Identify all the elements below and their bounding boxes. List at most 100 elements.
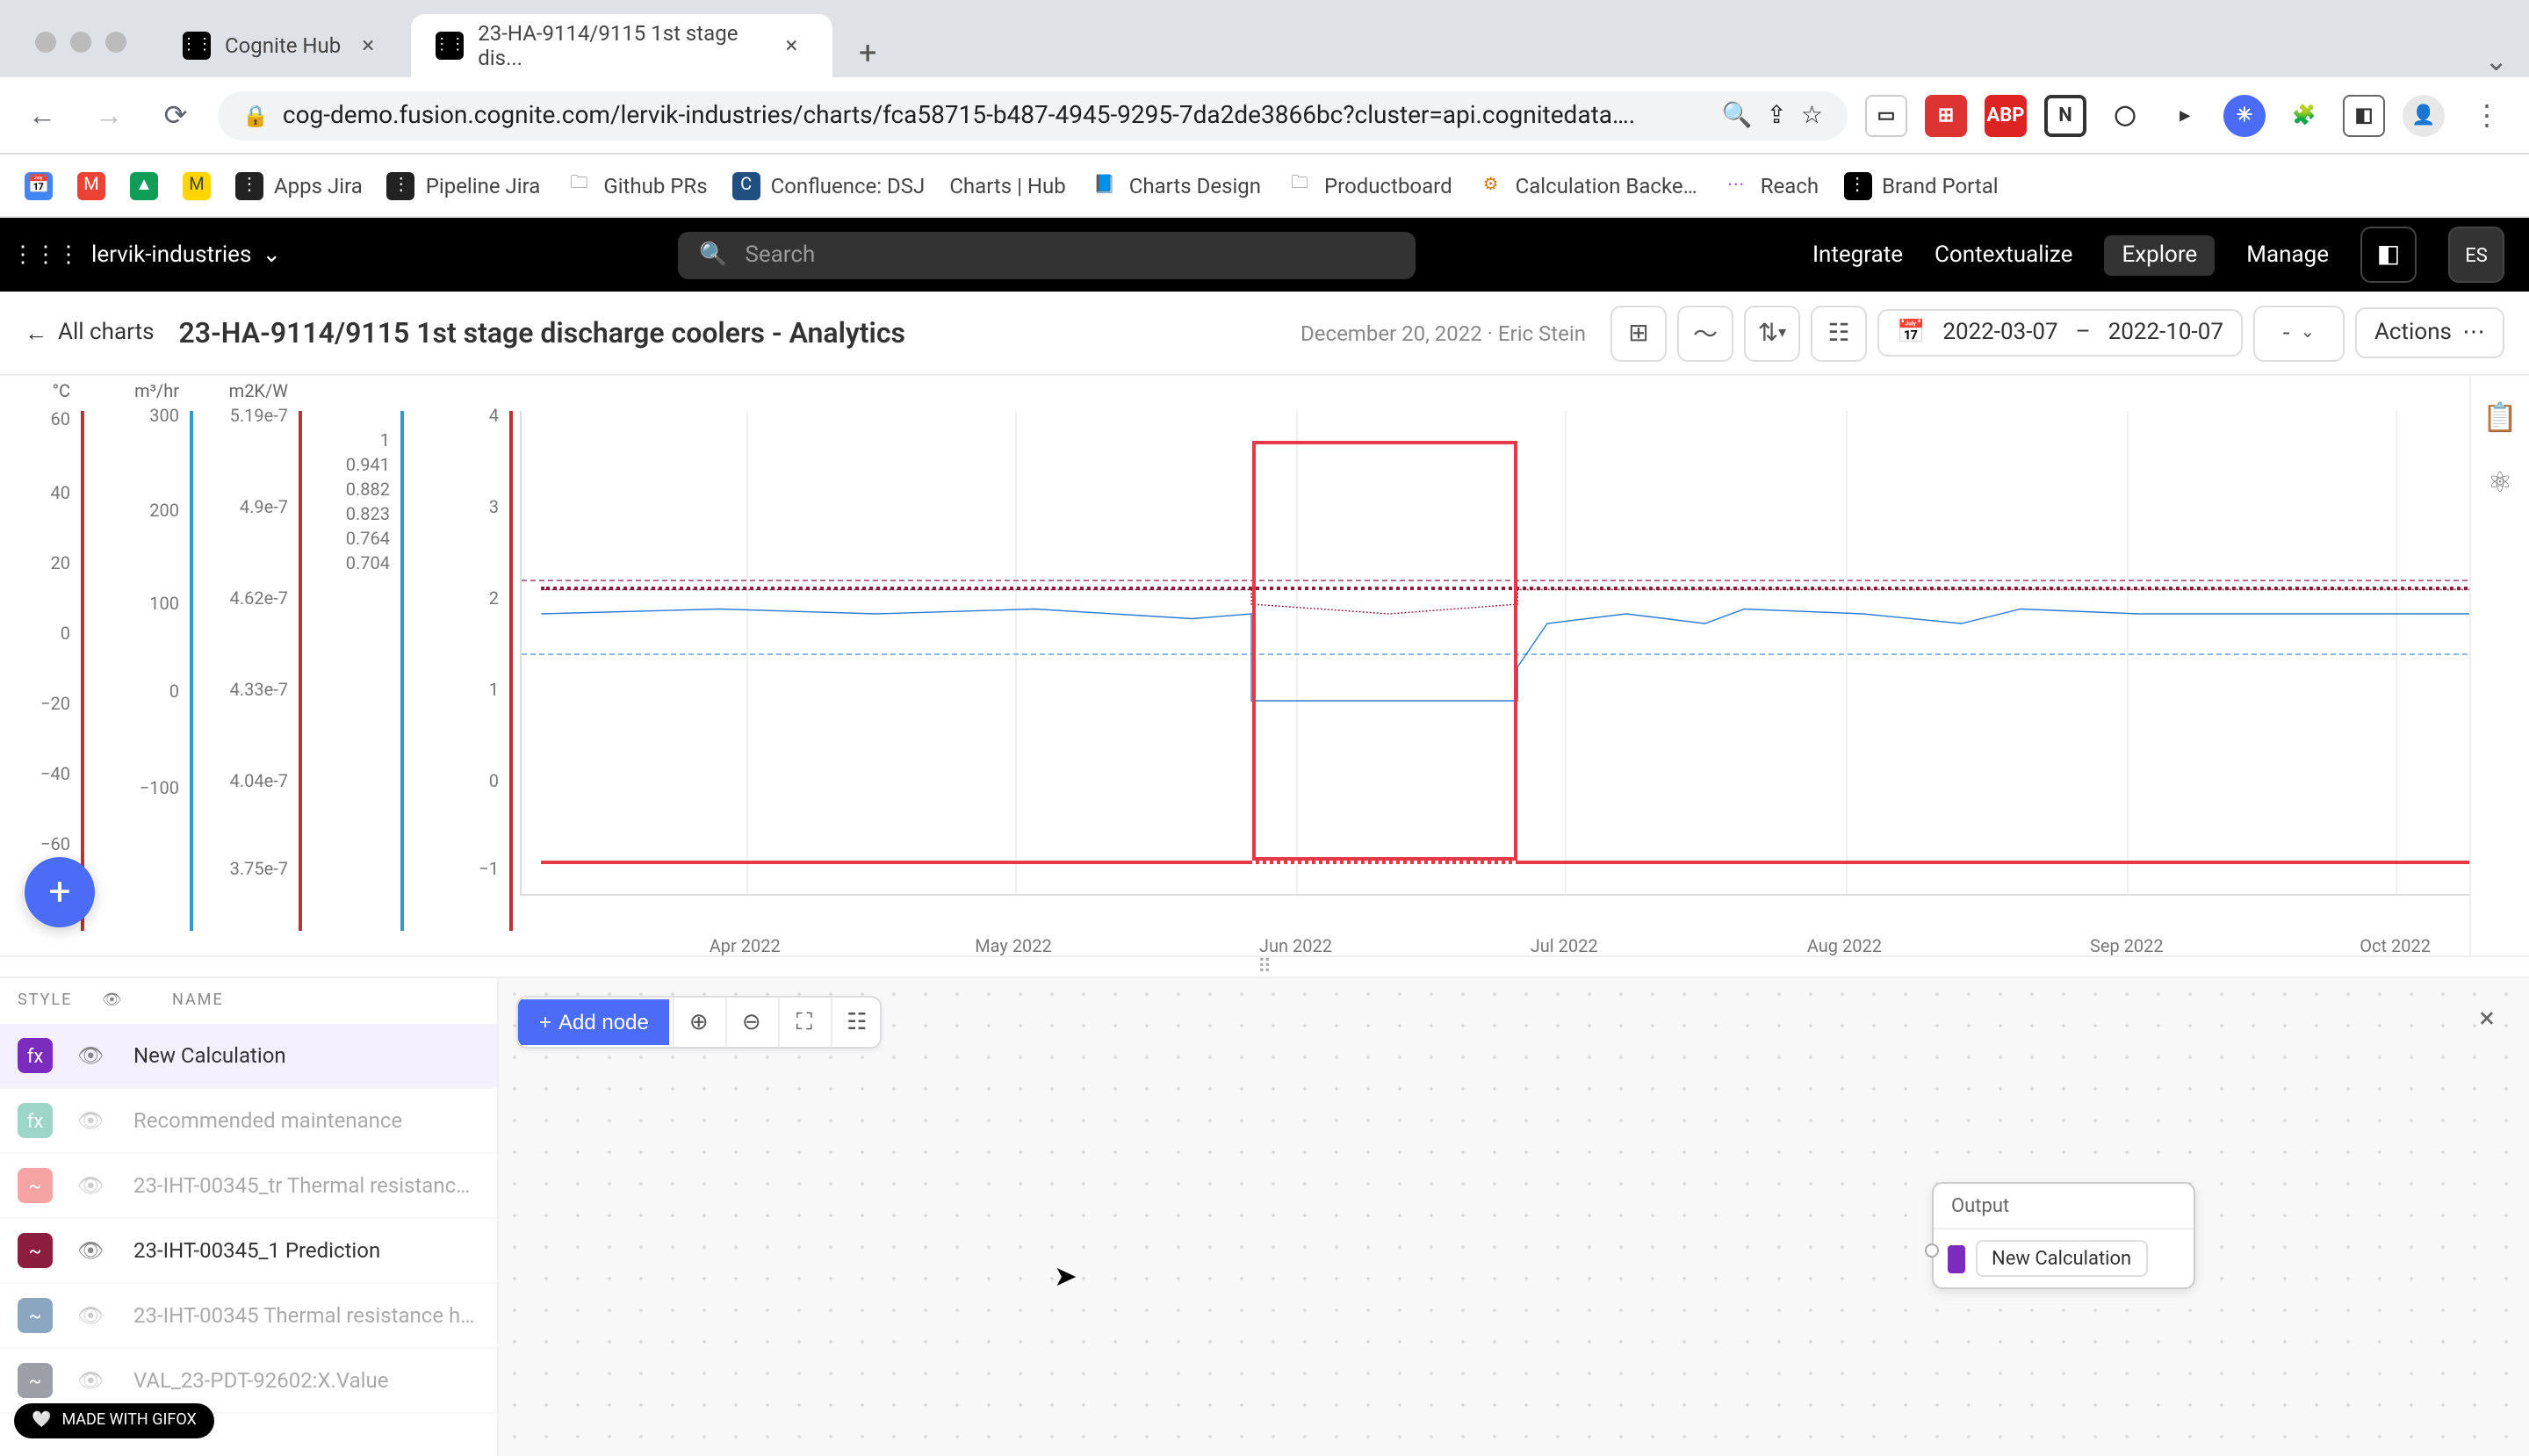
address-bar[interactable]: 🔒 cog-demo.fusion.cognite.com/lervik-ind… (218, 90, 1848, 140)
style-swatch[interactable]: ~ (18, 1298, 53, 1333)
series-name: 23-IHT-00345_tr Thermal resistance thres… (133, 1173, 479, 1198)
node-canvas[interactable]: + Add node ⊕ ⊖ ⛶ ☷ × Output New Calculat… (499, 978, 2529, 1456)
arrow-left-icon: ← (25, 319, 47, 347)
nav-manage[interactable]: Manage (2246, 241, 2329, 268)
series-row[interactable]: fx 👁 New Calculation (0, 1024, 497, 1089)
app-logo-icon[interactable]: ⋮⋮⋮ (25, 234, 67, 276)
sidepanel-icon[interactable]: ◧ (2343, 94, 2385, 136)
bookmark[interactable]: ⋮Apps Jira (235, 171, 363, 199)
style-swatch[interactable]: fx (18, 1038, 53, 1073)
share-icon[interactable]: ⇪ (1766, 101, 1786, 129)
profile-avatar[interactable]: 👤 (2403, 94, 2445, 136)
traffic-light-max[interactable] (105, 32, 126, 53)
browser-tab[interactable]: ⋮⋮ 23-HA-9114/9115 1st stage dis... × (411, 14, 832, 77)
visibility-toggle[interactable]: 👁 (77, 1108, 109, 1133)
back-button[interactable]: ← (18, 90, 67, 140)
panel-icon[interactable]: ◧ (2360, 227, 2417, 283)
bookmark[interactable]: 🗀Productboard (1286, 171, 1452, 199)
nav-integrate[interactable]: Integrate (1812, 241, 1903, 268)
unit-select[interactable]: - ⌄ (2253, 305, 2345, 361)
bookmark[interactable]: ⚙Calculation Backe… (1477, 171, 1697, 199)
grid-view-icon[interactable]: ⊞ (1610, 305, 1667, 361)
sort-icon[interactable]: ⇅ ▾ (1744, 305, 1800, 361)
new-tab-button[interactable]: + (843, 28, 892, 77)
plot-area[interactable] (520, 411, 2494, 896)
more-icon: ⋯ (2462, 320, 2485, 346)
close-panel-button[interactable]: × (2466, 996, 2508, 1038)
ext-icon[interactable]: ✳ (2223, 94, 2266, 136)
ext-icon[interactable]: ▭ (1865, 94, 1907, 136)
reload-button[interactable]: ⟳ (151, 90, 200, 140)
forward-button[interactable]: → (84, 90, 133, 140)
add-node-button[interactable]: + Add node (518, 999, 670, 1045)
bookmark[interactable]: ⋮Brand Portal (1843, 171, 1999, 199)
ext-icon[interactable]: ◯ (2104, 94, 2146, 136)
close-icon[interactable]: × (362, 33, 386, 58)
search-in-page-icon[interactable]: 🔍 (1722, 101, 1753, 129)
bookmark[interactable]: M (183, 171, 211, 199)
traffic-light-min[interactable] (70, 32, 91, 53)
bookmark[interactable]: ⋯Reach (1722, 171, 1819, 199)
tab-label: Cognite Hub (225, 33, 341, 58)
project-selector[interactable]: lervik-industries ⌄ (91, 241, 281, 268)
back-link[interactable]: ← All charts (25, 319, 155, 347)
visibility-toggle[interactable]: 👁 (77, 1368, 109, 1393)
bookmark[interactable]: 📘Charts Design (1091, 171, 1261, 199)
red-left-segment (541, 861, 1251, 864)
search-input[interactable]: 🔍 Search (678, 231, 1416, 278)
series-row[interactable]: ~ 👁 23-IHT-00345 Thermal resistance hist… (0, 1284, 497, 1349)
panel-splitter[interactable]: ⠿ (0, 955, 2529, 977)
style-swatch[interactable]: ~ (18, 1233, 53, 1268)
bookmark[interactable]: 🗀Github PRs (565, 171, 707, 199)
chevron-down-icon[interactable]: ⌄ (2484, 44, 2529, 77)
series-name: 23-IHT-00345_1 Prediction (133, 1238, 479, 1263)
nodes-icon[interactable]: ⚛ (2488, 465, 2513, 499)
clipboard-icon[interactable]: 📋 (2482, 400, 2518, 434)
style-swatch[interactable]: ~ (18, 1168, 53, 1203)
line-chart-icon[interactable]: 〜 (1677, 305, 1733, 361)
style-swatch[interactable]: fx (18, 1103, 53, 1138)
ext-icon[interactable]: N (2044, 94, 2086, 136)
zoom-out-icon[interactable]: ⊖ (726, 998, 775, 1047)
nav-contextualize[interactable]: Contextualize (1935, 241, 2072, 268)
visibility-toggle[interactable]: 👁 (77, 1173, 109, 1198)
menu-icon[interactable]: ⋮ (2462, 90, 2511, 140)
eye-column-icon: 👁 (102, 992, 137, 1010)
y-axis-resistance: m2K/W 5.19e-7 4.9e-7 4.62e-7 4.33e-7 4.0… (193, 376, 302, 955)
fit-icon[interactable]: ⛶ (779, 998, 828, 1047)
actions-button[interactable]: Actions ⋯ (2355, 307, 2504, 358)
settings-icon[interactable]: ☷ (1811, 305, 1867, 361)
ext-icon[interactable]: ABP (1985, 94, 2027, 136)
extensions-icon[interactable]: 🧩 (2283, 94, 2325, 136)
series-row[interactable]: fx 👁 Recommended maintenance (0, 1089, 497, 1154)
window-controls (14, 18, 148, 67)
traffic-light-close[interactable] (35, 32, 56, 53)
bookmark[interactable]: CConfluence: DSJ (732, 171, 926, 199)
user-avatar[interactable]: ES (2448, 227, 2504, 283)
visibility-toggle[interactable]: 👁 (77, 1043, 109, 1068)
bookmark[interactable]: 📅 (25, 171, 53, 199)
settings-icon[interactable]: ☷ (832, 998, 881, 1047)
date-range-picker[interactable]: 📅 2022-03-07 – 2022-10-07 (1877, 309, 2243, 357)
ext-icon[interactable]: ▸ (2164, 94, 2206, 136)
style-swatch[interactable]: ~ (18, 1363, 53, 1398)
bookmark[interactable]: ⋮Pipeline Jira (387, 171, 541, 199)
add-fab-button[interactable]: + (25, 857, 95, 927)
series-row[interactable]: ~ 👁 23-IHT-00345_1 Prediction (0, 1219, 497, 1284)
bookmark[interactable]: M (77, 171, 105, 199)
nav-explore[interactable]: Explore (2104, 234, 2215, 275)
browser-tab[interactable]: ⋮⋮ Cognite Hub × (158, 14, 411, 77)
ext-icon[interactable]: ⊞ (1925, 94, 1967, 136)
page-header: ← All charts 23-HA-9114/9115 1st stage d… (0, 292, 2529, 376)
star-icon[interactable]: ☆ (1801, 101, 1823, 129)
visibility-toggle[interactable]: 👁 (77, 1303, 109, 1328)
bookmark[interactable]: Charts | Hub (949, 173, 1065, 198)
bookmark[interactable]: ▲ (130, 171, 158, 199)
close-icon[interactable]: × (785, 33, 808, 58)
visibility-toggle[interactable]: 👁 (77, 1238, 109, 1263)
chevron-down-icon: ⌄ (2300, 323, 2315, 342)
series-row[interactable]: ~ 👁 23-IHT-00345_tr Thermal resistance t… (0, 1154, 497, 1219)
output-node[interactable]: Output New Calculation (1932, 1182, 2195, 1289)
node-input-port[interactable] (1925, 1243, 1939, 1258)
zoom-in-icon[interactable]: ⊕ (674, 998, 723, 1047)
